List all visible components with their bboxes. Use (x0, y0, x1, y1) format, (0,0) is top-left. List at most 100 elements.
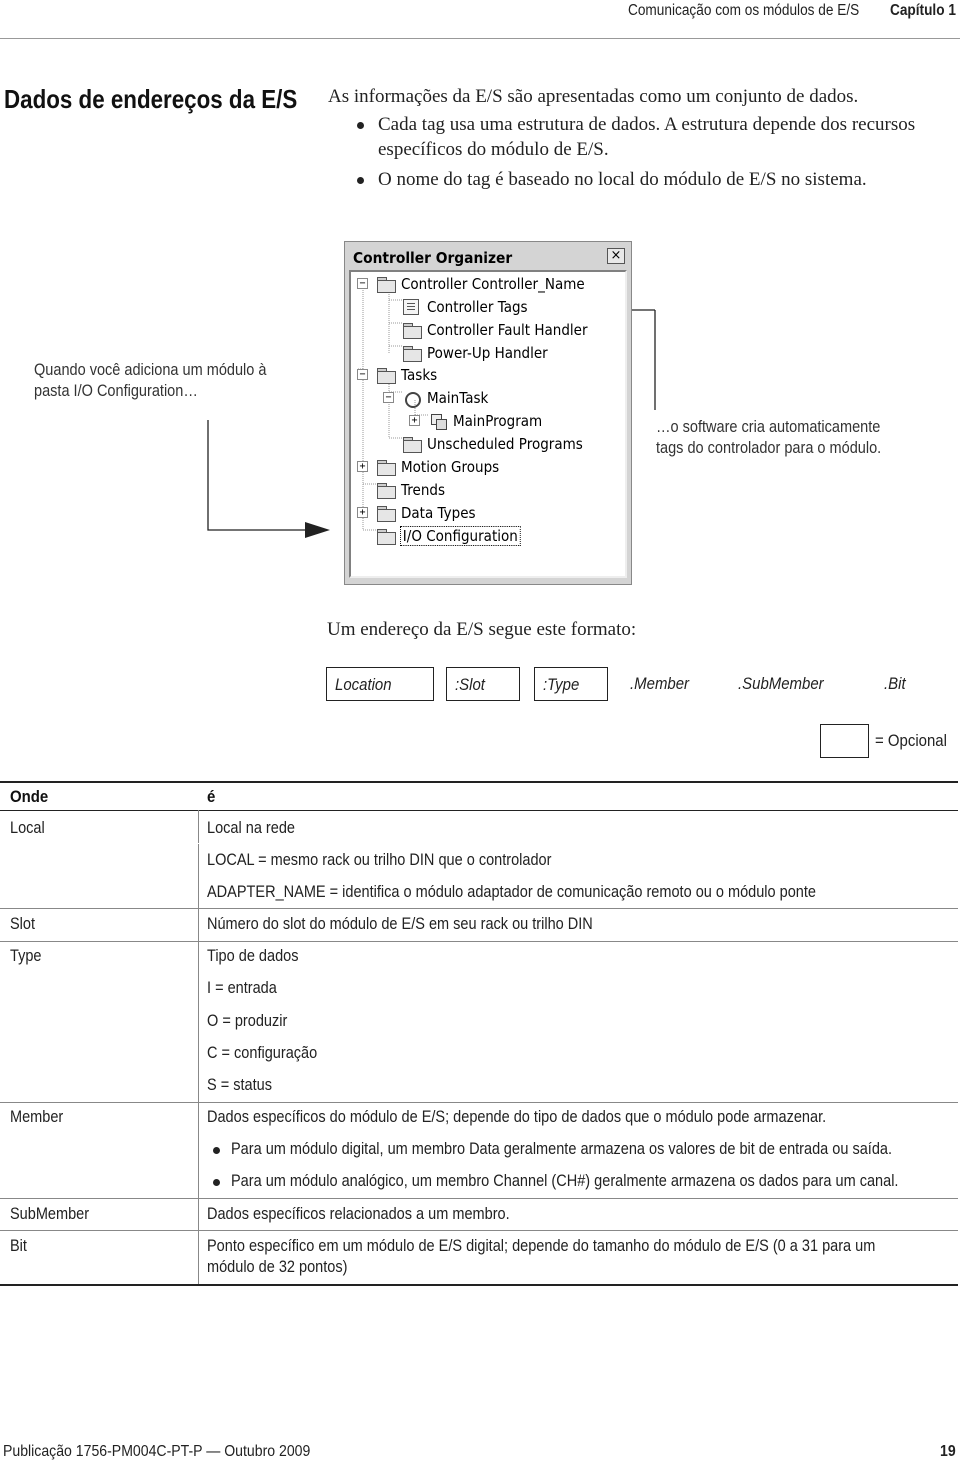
bullet-icon (213, 1147, 220, 1154)
expand-mainprogram-expander[interactable]: + (409, 415, 420, 426)
table-cell-bullet: Para um módulo digital, um membro Data g… (231, 1140, 893, 1158)
intro-bullet: O nome do tag é baseado no local do módu… (355, 168, 955, 193)
task-icon (403, 390, 421, 408)
expand-data-types-expander[interactable]: + (357, 507, 368, 518)
folder-icon (403, 346, 422, 362)
table-row-divider (0, 1230, 958, 1231)
table-cell-line: I = entrada (207, 979, 277, 997)
table-term-submember: SubMember (10, 1205, 90, 1223)
callout-right-line: tags do controlador para o módulo. (656, 439, 882, 457)
intro-bullet: Cada tag usa uma estrutura de dados. A e… (355, 113, 955, 162)
table-cell-line: Dados específicos relacionados a um memb… (207, 1205, 510, 1223)
folder-icon (377, 483, 396, 499)
controller-organizer-window: Controller Organizer × − Controller Cont… (344, 241, 632, 585)
collapse-controller-expander[interactable]: − (357, 278, 368, 289)
table-cell-line: Número do slot do módulo de E/S em seu r… (207, 915, 593, 933)
organizer-tree: − Controller Controller_Name Controller … (349, 270, 627, 578)
chapter-label: Capítulo 1 (890, 2, 956, 19)
callout-left-line: Quando você adiciona um módulo à (34, 361, 267, 379)
address-part-label: :Type (543, 675, 580, 694)
folder-icon (377, 460, 396, 476)
tree-item-label: Controller Fault Handler (427, 321, 588, 339)
table-cell-bullet: Para um módulo analógico, um membro Chan… (231, 1172, 899, 1190)
table-cell-line: Ponto específico em um módulo de E/S dig… (207, 1237, 876, 1255)
table-row-divider (0, 1102, 958, 1103)
collapse-maintask-expander[interactable]: − (383, 392, 394, 403)
tree-item-power-up-handler[interactable]: Power-Up Handler (403, 342, 561, 364)
tree-item-tasks[interactable]: Tasks (377, 364, 441, 386)
callout-left: Quando você adiciona um módulo à pasta I… (34, 360, 266, 402)
window-titlebar: Controller Organizer × (347, 244, 629, 270)
table-row-divider (0, 908, 958, 909)
tree-item-label: Motion Groups (401, 458, 500, 476)
folder-icon (377, 529, 396, 545)
folder-icon (377, 368, 396, 384)
table-cell-line: O = produzir (207, 1012, 288, 1030)
publication-info: Publicação 1756-PM004C-PT-P — Outubro 20… (3, 1443, 311, 1460)
window-title: Controller Organizer (353, 249, 513, 267)
tree-item-unscheduled-programs[interactable]: Unscheduled Programs (403, 433, 600, 455)
tree-item-label: MainTask (427, 389, 489, 407)
table-term-slot: Slot (10, 915, 36, 933)
collapse-tasks-expander[interactable]: − (357, 369, 368, 380)
address-part-bit: .Bit (884, 674, 906, 693)
tree-item-controller-fault-handler[interactable]: Controller Fault Handler (403, 319, 605, 341)
table-cell-line: Tipo de dados (207, 947, 299, 965)
optional-legend-swatch (820, 724, 869, 758)
tree-item-maintask[interactable]: MainTask (403, 387, 495, 409)
intro-text: As informações da E/S são apresentadas c… (328, 86, 859, 107)
optional-legend-label: = Opcional (875, 731, 947, 750)
address-part-type: :Type (534, 667, 608, 701)
table-top-rule (0, 781, 958, 783)
tree-item-label: Controller Tags (427, 298, 528, 316)
table-term-type: Type (10, 947, 42, 965)
address-part-slot: :Slot (446, 667, 520, 701)
table-term-member: Member (10, 1108, 64, 1126)
tree-item-trends[interactable]: Trends (377, 479, 450, 501)
expand-motion-groups-expander[interactable]: + (357, 461, 368, 472)
table-term-local: Local (10, 819, 45, 837)
intro-bullets: Cada tag usa uma estrutura de dados. A e… (355, 113, 955, 199)
folder-icon (377, 277, 396, 293)
tree-item-data-types[interactable]: Data Types (377, 502, 484, 524)
tree-item-label: Trends (401, 481, 445, 499)
address-part-submember: .SubMember (738, 674, 824, 693)
table-header-rule (0, 810, 958, 811)
section-title: Dados de endereços da E/S (4, 84, 298, 114)
table-cell-line: S = status (207, 1076, 272, 1094)
page-number: 19 (940, 1443, 956, 1460)
table-header-where: Onde (10, 787, 49, 806)
close-button[interactable]: × (607, 248, 625, 264)
address-part-location: Location (326, 667, 434, 701)
tree-item-label: I/O Configuration (400, 526, 521, 546)
address-part-label: :Slot (455, 675, 485, 694)
tree-item-motion-groups[interactable]: Motion Groups (377, 456, 510, 478)
header-divider (0, 38, 960, 39)
table-row-divider (0, 1198, 958, 1199)
table-header-is: é (207, 787, 216, 806)
table-column-divider (198, 810, 199, 1284)
running-header-title: Comunicação com os módulos de E/S (628, 2, 860, 19)
tree-item-label: Controller Controller_Name (401, 275, 585, 293)
tree-item-io-configuration[interactable]: I/O Configuration (377, 525, 533, 547)
folder-icon (403, 323, 422, 339)
program-icon (429, 413, 447, 430)
folder-icon (377, 506, 396, 522)
callout-right-line: …o software cria automaticamente (656, 418, 881, 436)
address-part-label: Location (335, 675, 392, 694)
bullet-icon (213, 1179, 220, 1186)
tree-item-label: Data Types (401, 504, 476, 522)
table-cell-line: Local na rede (207, 819, 295, 837)
tree-item-controller-tags[interactable]: Controller Tags (403, 296, 539, 318)
table-cell-line: Dados específicos do módulo de E/S; depe… (207, 1108, 827, 1126)
tree-item-mainprogram[interactable]: MainProgram (429, 410, 552, 432)
callout-left-line: pasta I/O Configuration… (34, 382, 198, 400)
folder-icon (403, 437, 422, 453)
tree-item-label: Unscheduled Programs (427, 435, 583, 453)
table-bottom-rule (0, 1284, 958, 1286)
arrow-to-io-configuration (207, 420, 330, 538)
tree-item-controller[interactable]: Controller Controller_Name (377, 273, 605, 295)
table-cell-line: LOCAL = mesmo rack ou trilho DIN que o c… (207, 851, 552, 869)
address-part-member: .Member (630, 674, 690, 693)
address-format-title: Um endereço da E/S segue este formato: (327, 619, 637, 640)
